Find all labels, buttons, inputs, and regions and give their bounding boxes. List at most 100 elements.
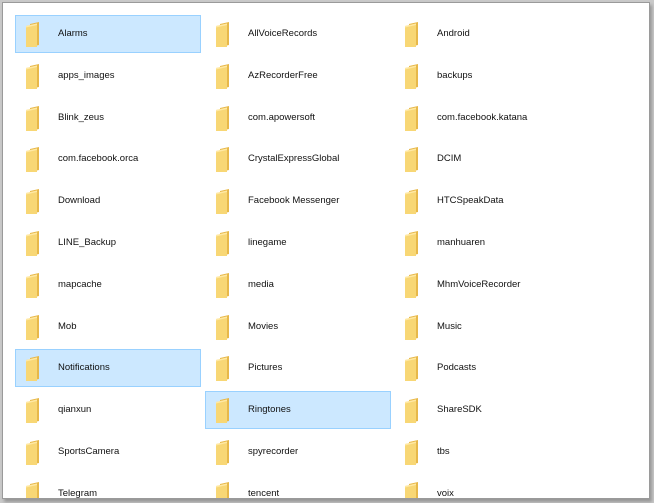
- folder-icon: [215, 146, 235, 173]
- folder-label: Android: [437, 28, 470, 39]
- folder-item-mapcache[interactable]: mapcache: [15, 266, 201, 304]
- folder-icon: [215, 63, 235, 90]
- folder-label: voix: [437, 487, 454, 499]
- folder-item-tencent[interactable]: tencent: [205, 475, 391, 499]
- folder-icon: [404, 21, 424, 48]
- folder-item-htcspeakdata[interactable]: HTCSpeakData: [394, 182, 580, 220]
- folder-item-mhmvoicerecorder[interactable]: MhmVoiceRecorder: [394, 266, 580, 304]
- folder-icon: [215, 397, 235, 424]
- folder-label: tbs: [437, 445, 450, 457]
- folder-item-allvoicerecords[interactable]: AllVoiceRecords: [205, 15, 391, 53]
- folder-item-backups[interactable]: backups: [394, 57, 580, 95]
- folder-item-blink-zeus[interactable]: Blink_zeus: [15, 99, 201, 137]
- folder-item-manhuaren[interactable]: manhuaren: [394, 224, 580, 262]
- folder-icon: [404, 355, 424, 382]
- folder-item-sportscamera[interactable]: SportsCamera: [15, 433, 201, 471]
- file-explorer-window: Alarms apps_images Blink_zeus com.facebo…: [2, 2, 650, 499]
- folder-label: AzRecorderFree: [248, 69, 318, 81]
- folder-item-crystalexpressglobal[interactable]: CrystalExpressGlobal: [205, 140, 391, 178]
- folder-label: spyrecorder: [248, 445, 299, 457]
- folder-label: ShareSDK: [437, 404, 482, 416]
- folder-icon: [404, 188, 424, 215]
- folder-item-linegame[interactable]: linegame: [205, 224, 391, 262]
- folder-icon: [25, 146, 45, 173]
- folder-label: com.facebook.orca: [58, 153, 139, 165]
- folder-icon: [404, 63, 424, 90]
- folder-item-line-backup[interactable]: LINE_Backup: [15, 224, 201, 262]
- folder-label: media: [248, 278, 274, 290]
- folder-label: LINE_Backup: [58, 236, 117, 248]
- folder-column: Alarms apps_images Blink_zeus com.facebo…: [15, 15, 201, 499]
- folder-label: Music: [437, 320, 462, 332]
- folder-icon: [25, 481, 45, 498]
- folder-icon: [25, 230, 45, 257]
- folder-item-pictures[interactable]: Pictures: [205, 349, 391, 387]
- folder-item-qianxun[interactable]: qianxun: [15, 391, 201, 429]
- folder-item-media[interactable]: media: [205, 266, 391, 304]
- folder-item-alarms[interactable]: Alarms: [15, 15, 201, 53]
- folder-label: Alarms: [58, 28, 88, 39]
- folder-item-com-facebook-katana[interactable]: com.facebook.katana: [394, 99, 580, 137]
- folder-item-com-facebook-orca[interactable]: com.facebook.orca: [15, 140, 201, 178]
- folder-icon: [25, 397, 45, 424]
- folder-item-sharesdk[interactable]: ShareSDK: [394, 391, 580, 429]
- folder-icon: [404, 481, 424, 498]
- folder-column: AllVoiceRecords AzRecorderFree com.apowe…: [205, 15, 391, 499]
- folder-item-android[interactable]: Android: [394, 15, 580, 53]
- folder-label: Ringtones: [248, 404, 291, 416]
- folder-icon: [25, 63, 45, 90]
- folder-label: qianxun: [58, 404, 92, 416]
- folder-item-apps-images[interactable]: apps_images: [15, 57, 201, 95]
- folder-icon: [215, 21, 235, 48]
- folder-label: tencent: [248, 487, 280, 499]
- folder-item-voix[interactable]: voix: [394, 475, 580, 499]
- folder-label: apps_images: [58, 69, 115, 81]
- folder-item-spyrecorder[interactable]: spyrecorder: [205, 433, 391, 471]
- folder-item-tbs[interactable]: tbs: [394, 433, 580, 471]
- folder-icon: [215, 188, 235, 215]
- folder-icon: [215, 355, 235, 382]
- folder-label: backups: [437, 69, 473, 81]
- folder-label: Telegram: [58, 487, 98, 499]
- folder-label: Download: [58, 195, 101, 207]
- folder-icon: [215, 272, 235, 299]
- folder-icon: [215, 439, 235, 466]
- folder-icon: [404, 230, 424, 257]
- folder-icon: [25, 21, 45, 48]
- folder-label: manhuaren: [437, 236, 486, 248]
- folder-label: com.facebook.katana: [437, 111, 528, 123]
- folder-item-download[interactable]: Download: [15, 182, 201, 220]
- folder-item-facebook-messenger[interactable]: Facebook Messenger: [205, 182, 391, 220]
- folder-item-ringtones[interactable]: Ringtones: [205, 391, 391, 430]
- folder-icon: [404, 314, 424, 341]
- folder-label: Podcasts: [437, 362, 477, 374]
- folder-item-notifications[interactable]: Notifications: [15, 349, 201, 388]
- folder-item-movies[interactable]: Movies: [205, 308, 391, 346]
- folder-label: SportsCamera: [58, 445, 120, 457]
- folder-icon: [25, 314, 45, 341]
- folder-icon: [25, 105, 45, 132]
- folder-item-telegram[interactable]: Telegram: [15, 475, 201, 499]
- folder-item-azrecorderfree[interactable]: AzRecorderFree: [205, 57, 391, 95]
- folder-item-com-apowersoft[interactable]: com.apowersoft: [205, 99, 391, 137]
- folder-icon: [25, 439, 45, 466]
- folder-label: MhmVoiceRecorder: [437, 278, 521, 290]
- folder-label: DCIM: [437, 153, 462, 165]
- folder-label: Notifications: [58, 362, 110, 374]
- folder-label: CrystalExpressGlobal: [248, 153, 340, 165]
- folder-icon: [25, 355, 45, 382]
- folder-icon: [25, 188, 45, 215]
- folder-icon: [215, 481, 235, 498]
- folder-icon: [404, 439, 424, 466]
- folder-label: Mob: [58, 320, 77, 332]
- folder-item-music[interactable]: Music: [394, 308, 580, 346]
- folder-label: mapcache: [58, 278, 102, 290]
- folder-icon: [215, 105, 235, 132]
- folder-label: linegame: [248, 236, 287, 248]
- folder-icon: [404, 105, 424, 132]
- folder-item-podcasts[interactable]: Podcasts: [394, 349, 580, 387]
- folder-label: AllVoiceRecords: [248, 28, 318, 39]
- folder-label: Facebook Messenger: [248, 195, 340, 207]
- folder-item-dcim[interactable]: DCIM: [394, 140, 580, 178]
- folder-item-mob[interactable]: Mob: [15, 308, 201, 346]
